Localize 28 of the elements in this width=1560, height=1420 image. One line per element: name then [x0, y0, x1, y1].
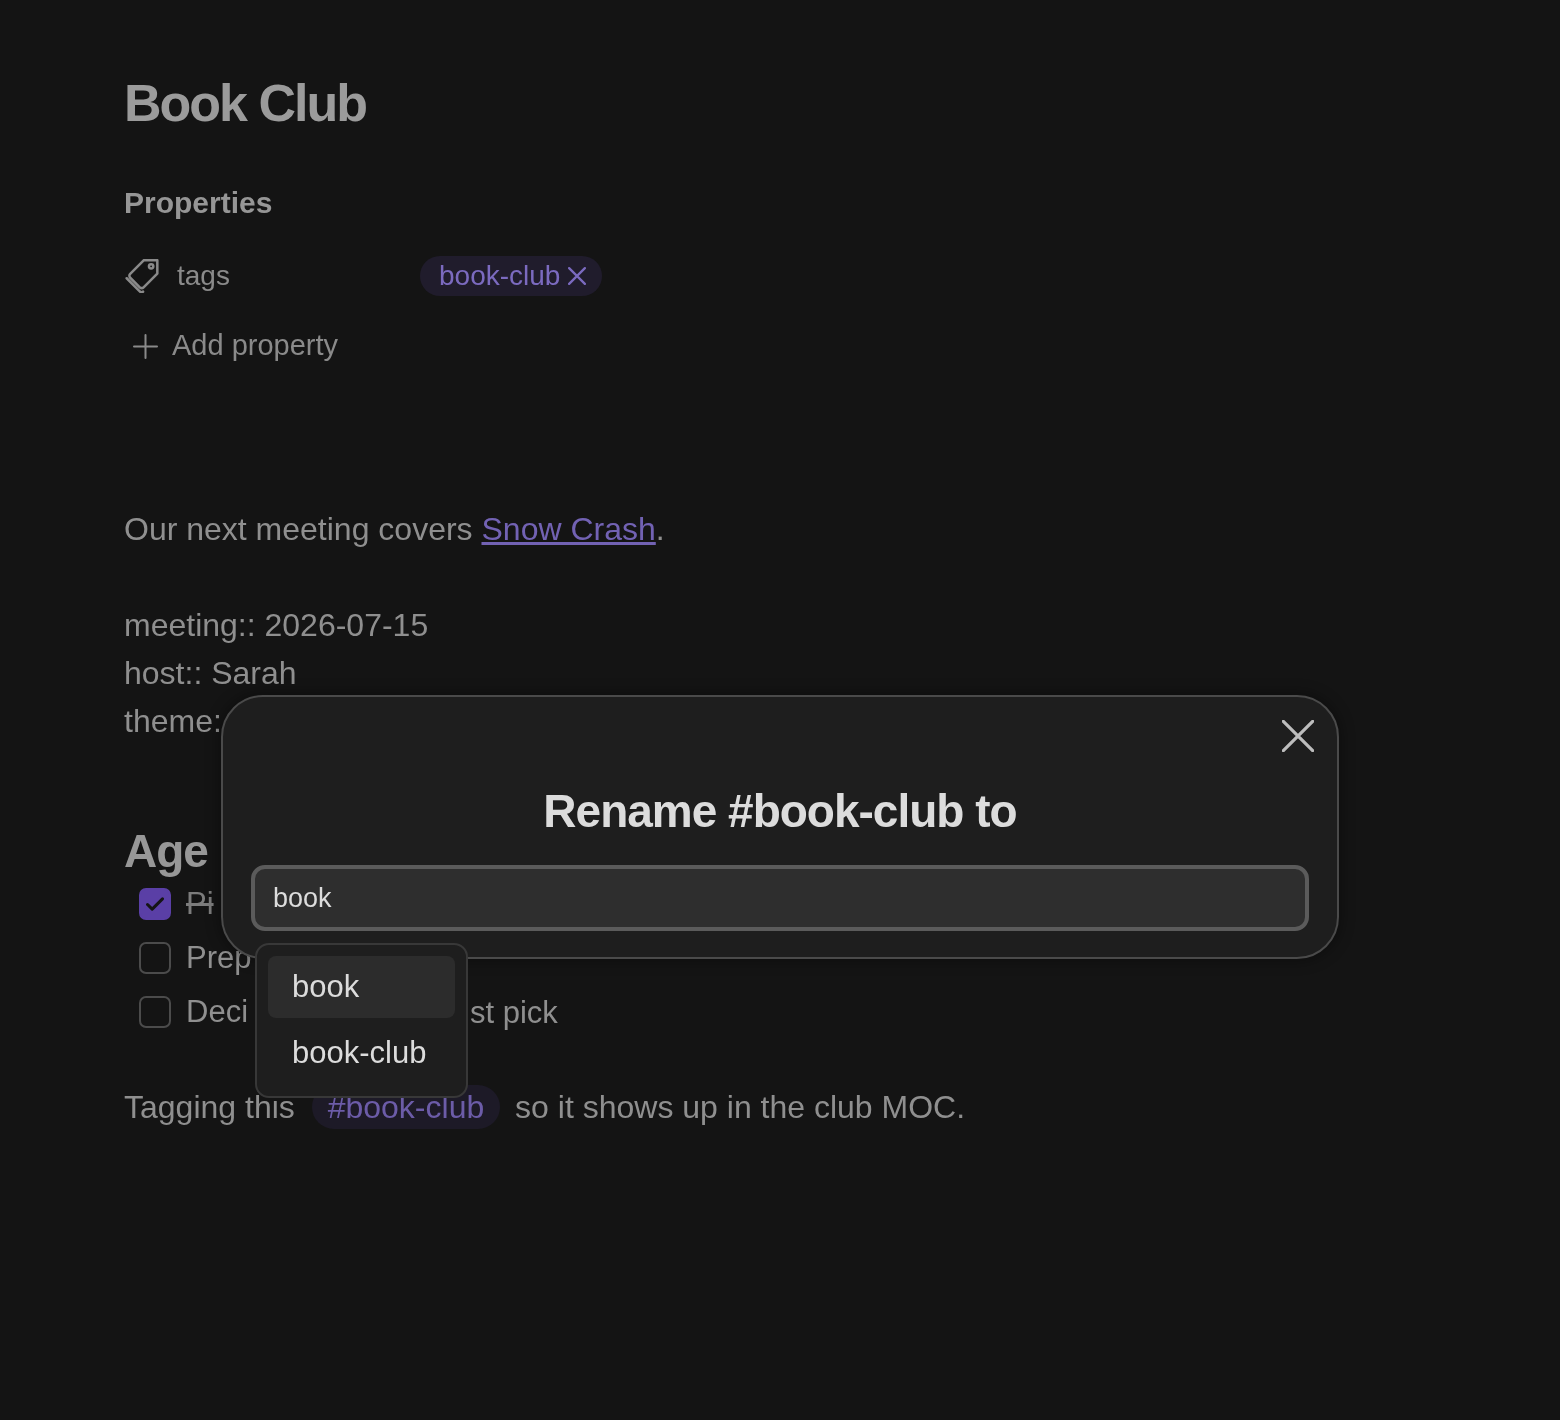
note-title: Book Club	[124, 73, 366, 134]
checkbox[interactable]	[139, 888, 171, 920]
suggestion-item[interactable]: book-club	[268, 1022, 455, 1084]
task-text: st pick	[470, 996, 558, 1028]
note-link[interactable]: Snow Crash	[481, 511, 656, 547]
tag-name-input[interactable]: book	[251, 865, 1309, 931]
close-icon	[1282, 720, 1314, 752]
tags-icon	[125, 259, 159, 293]
task-text: Pi	[186, 887, 214, 919]
dialog-title: Rename #book-club to	[543, 784, 1017, 839]
close-button[interactable]	[1282, 720, 1314, 752]
add-property-button[interactable]: Add property	[124, 324, 339, 368]
inline-field: host:: Sarah	[124, 649, 297, 697]
checkbox[interactable]	[139, 996, 171, 1028]
tag-pill[interactable]: book-club	[420, 256, 603, 296]
note-paragraph: Our next meeting covers Snow Crash.	[124, 510, 665, 549]
suggestion-item[interactable]: book	[268, 956, 455, 1018]
checkbox[interactable]	[139, 942, 171, 974]
check-icon	[146, 897, 164, 911]
task-text: Prep	[186, 941, 252, 973]
properties-heading: Properties	[124, 185, 273, 221]
inline-field: theme:	[124, 697, 222, 745]
remove-icon[interactable]	[568, 267, 587, 285]
inline-field: meeting:: 2026-07-15	[124, 601, 429, 649]
section-heading: Age	[124, 825, 208, 877]
task-text: Deci	[186, 995, 248, 1027]
plus-icon	[133, 333, 158, 359]
property-name: tags	[177, 259, 230, 293]
